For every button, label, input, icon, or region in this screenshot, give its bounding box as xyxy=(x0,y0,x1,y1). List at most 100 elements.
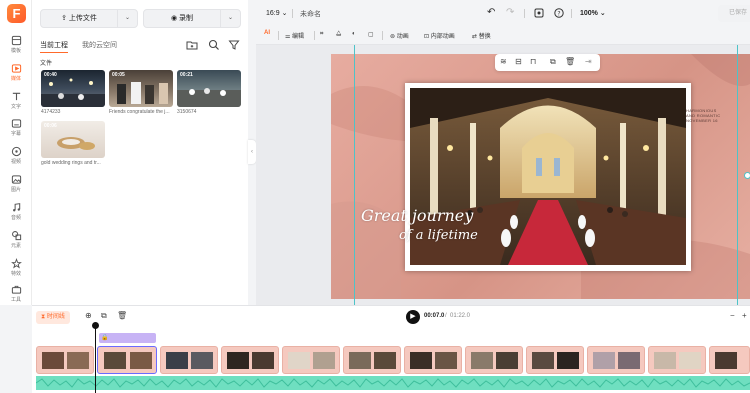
project-name[interactable]: 未命名 xyxy=(300,9,321,19)
clip-preview xyxy=(654,352,701,369)
ai-tool-button[interactable]: AI xyxy=(264,30,270,36)
edit-button[interactable]: ⚌ 编辑 xyxy=(285,31,304,40)
rail-item-text[interactable]: 文字 xyxy=(0,91,32,117)
effects-icon xyxy=(10,258,22,269)
side-caption-line: NOVEMBER 16 xyxy=(686,118,718,123)
zoom-label: 100% xyxy=(580,10,598,17)
upload-label: 上传文件 xyxy=(68,15,97,22)
animation-button[interactable]: ⊚ 动画 xyxy=(390,31,409,40)
delete-clip-icon[interactable]: 🗑 xyxy=(117,311,127,320)
video-clip[interactable] xyxy=(282,346,340,374)
video-clip[interactable] xyxy=(648,346,706,374)
current-time: 00:07.0 xyxy=(424,313,445,319)
canvas-frame[interactable]: Great journey of a lifetime HARMONIOUS A… xyxy=(331,54,750,299)
rail-item-video[interactable]: 视频 xyxy=(0,146,32,172)
flip-icon[interactable]: ⧋ xyxy=(336,31,341,38)
rail-item-template[interactable]: 模板 xyxy=(0,35,32,61)
side-caption[interactable]: HARMONIOUS AND ROMANTIC NOVEMBER 16 xyxy=(686,108,721,123)
media-thumb[interactable]: 00:06 xyxy=(41,121,105,158)
rail-item-effects[interactable]: 特效 xyxy=(0,258,32,284)
divider xyxy=(571,9,572,18)
save-status-button[interactable]: 已保存 xyxy=(718,5,750,22)
video-clip[interactable] xyxy=(587,346,645,374)
duplicate-clip-icon[interactable]: ⧉ xyxy=(101,311,107,321)
media-thumb[interactable]: 00:21 xyxy=(177,70,241,107)
media-caption: gold wedding rings and tr... xyxy=(41,160,101,166)
canvas-handle-right[interactable] xyxy=(744,172,750,179)
video-clip[interactable] xyxy=(221,346,279,374)
video-clip[interactable] xyxy=(526,346,584,374)
clip-preview xyxy=(471,352,518,369)
rail-item-label: 文字 xyxy=(10,104,21,110)
video-clip[interactable] xyxy=(36,346,94,374)
record-button[interactable]: ◉ 录制 ⌄ xyxy=(143,9,241,28)
audio-track[interactable] xyxy=(36,376,750,390)
zoom-select[interactable]: 100% ⌄ xyxy=(580,9,606,17)
playhead-knob[interactable] xyxy=(92,322,99,329)
chevron-down-icon[interactable]: ⌄ xyxy=(220,10,240,27)
clip-preview xyxy=(349,352,396,369)
duration-badge: 00:06 xyxy=(44,123,57,129)
clip-preview xyxy=(42,352,89,369)
video-clip[interactable] xyxy=(343,346,401,374)
new-folder-icon[interactable] xyxy=(185,38,199,52)
duplicate-icon[interactable]: ⧉ xyxy=(550,57,556,67)
video-clip[interactable] xyxy=(97,346,157,374)
edit-label: 编辑 xyxy=(292,34,305,40)
ratio-select[interactable]: 16:9 ⌄ xyxy=(266,9,287,17)
panel-collapse-handle[interactable]: ‹ xyxy=(248,140,256,164)
filter-icon[interactable] xyxy=(227,38,241,52)
play-button[interactable]: ▶ xyxy=(406,310,420,324)
rail-item-label: 字幕 xyxy=(10,131,21,137)
mask-icon[interactable]: ▢ xyxy=(368,31,374,38)
opacity-icon[interactable]: ◐ xyxy=(352,31,356,37)
divider xyxy=(292,9,293,18)
split-clip-icon[interactable]: ⊕ xyxy=(85,311,92,320)
zoom-out-icon[interactable]: − xyxy=(730,311,735,320)
timeline-tab[interactable]: ⧗ 时间线 xyxy=(36,311,70,324)
media-thumb[interactable]: 00:05 xyxy=(109,70,173,107)
video-clip[interactable] xyxy=(465,346,523,374)
rail-item-image[interactable]: 图片 xyxy=(0,174,32,200)
tab-current-project[interactable]: 当前工程 xyxy=(40,40,68,53)
align-icon[interactable]: ⊟ xyxy=(515,57,522,66)
tab-cloud-space[interactable]: 我的云空间 xyxy=(82,40,117,50)
video-clip[interactable] xyxy=(709,346,750,374)
rail-item-media[interactable]: 媒体 xyxy=(0,63,32,89)
help-icon[interactable]: ? xyxy=(554,8,564,18)
divider xyxy=(382,31,383,40)
rail-item-tools[interactable]: 工具 xyxy=(0,284,32,310)
crop-icon[interactable]: ⌗ xyxy=(320,31,323,38)
video-clip[interactable] xyxy=(160,346,218,374)
upload-button[interactable]: ⇪ 上传文件 ⌄ xyxy=(40,9,138,28)
preview-stage: Great journey of a lifetime HARMONIOUS A… xyxy=(256,45,750,305)
playhead[interactable] xyxy=(95,324,96,393)
lock-icon[interactable]: ⊓ xyxy=(530,57,536,66)
animation-icon: ⊚ xyxy=(390,34,397,40)
chevron-down-icon[interactable]: ⌄ xyxy=(117,10,137,27)
rail-item-subtitle[interactable]: 字幕 xyxy=(0,118,32,144)
script-title-line2[interactable]: of a lifetime xyxy=(399,228,478,243)
search-icon[interactable] xyxy=(207,38,221,52)
rail-item-label: 特效 xyxy=(10,271,21,277)
video-clip[interactable] xyxy=(404,346,462,374)
zoom-in-icon[interactable]: + xyxy=(742,311,747,320)
fit-screen-icon[interactable] xyxy=(534,8,544,18)
rail-item-element[interactable]: 元素 xyxy=(0,230,32,256)
media-thumb[interactable]: 00:40 xyxy=(41,70,105,107)
split-icon[interactable]: ⇥ xyxy=(585,57,592,66)
redo-icon[interactable]: ↷ xyxy=(506,7,514,18)
inner-animation-button[interactable]: ⊡ 内部动画 xyxy=(424,31,455,40)
timeline: ⧗ 时间线 ⊕ ⧉ 🗑 ▶ 00:07.0 / 01:22.0 − + 🔒 xyxy=(32,305,750,393)
rail-item-label: 图片 xyxy=(10,187,21,193)
text-overlay-clip[interactable]: 🔒 xyxy=(99,333,156,343)
script-title-line1[interactable]: Great journey xyxy=(361,206,473,225)
layers-icon[interactable]: ≋ xyxy=(500,57,507,66)
image-icon xyxy=(11,175,21,184)
undo-icon[interactable]: ↶ xyxy=(487,7,495,18)
edit-toolbar: AI ⚌ 编辑 ⌗ ⧋ ◐ ▢ ⊚ 动画 ⊡ 内部动画 ⇄ 替换 xyxy=(256,27,750,45)
replace-button[interactable]: ⇄ 替换 xyxy=(472,31,491,40)
delete-icon[interactable]: 🗑 xyxy=(565,57,575,66)
media-caption: 4174233 xyxy=(41,109,61,115)
rail-item-music[interactable]: 音频 xyxy=(0,202,32,228)
